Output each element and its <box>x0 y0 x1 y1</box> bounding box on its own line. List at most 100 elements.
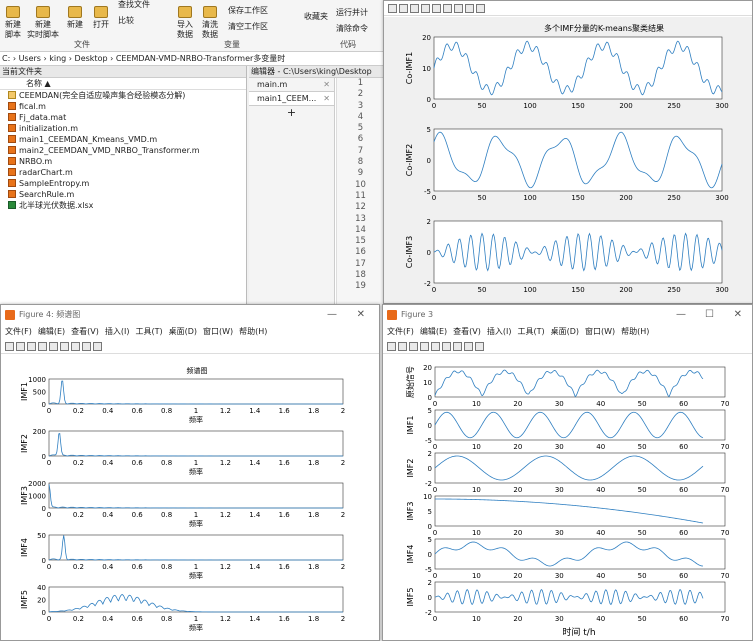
legend-icon[interactable] <box>454 4 463 13</box>
menu-item[interactable]: 窗口(W) <box>203 327 233 336</box>
tick-label: 10 <box>423 493 432 501</box>
menu-item[interactable]: 桌面(D) <box>551 327 579 336</box>
pointer-icon[interactable] <box>82 342 91 351</box>
file-item[interactable]: initialization.m <box>0 123 246 134</box>
menu-item[interactable]: 文件(F) <box>5 327 32 336</box>
save-icon[interactable] <box>409 342 418 351</box>
tab-main1[interactable]: main1_CEEM... ✕ <box>249 92 334 106</box>
tick-label: 40 <box>596 486 605 494</box>
find-files-button[interactable]: 查找文件 <box>118 0 168 10</box>
import-data-button[interactable]: 导入 数据 <box>174 6 196 40</box>
column-name-header[interactable]: 名称 ▲ <box>0 78 246 90</box>
open-button[interactable]: 打开 <box>90 6 112 30</box>
print-icon[interactable] <box>38 342 47 351</box>
property-icon[interactable] <box>93 342 102 351</box>
tick-label: 0 <box>428 394 432 402</box>
print-icon[interactable] <box>421 4 430 13</box>
close-icon[interactable]: ✕ <box>323 78 330 92</box>
address-bar[interactable]: C: › Users › king › Desktop › CEEMDAN-VM… <box>0 52 385 66</box>
file-item[interactable]: SampleEntropy.m <box>0 178 246 189</box>
new-icon[interactable] <box>5 342 14 351</box>
tab-main[interactable]: main.m ✕ <box>249 78 334 92</box>
menu-item[interactable]: 帮助(H) <box>239 327 267 336</box>
tick-label: 200 <box>619 194 632 202</box>
add-tab-button[interactable]: + <box>249 106 334 119</box>
find-files-label: 查找文件 <box>118 0 150 9</box>
file-item[interactable]: fical.m <box>0 101 246 112</box>
tick-label: 150 <box>571 194 584 202</box>
print-icon[interactable] <box>420 342 429 351</box>
figure4-titlebar: Figure 4: 频谱图 — ✕ <box>1 305 379 325</box>
file-item[interactable]: main1_CEEMDAN_Kmeans_VMD.m <box>0 134 246 145</box>
new-button[interactable]: 新建 <box>64 6 86 30</box>
file-item[interactable]: main2_CEEMDAN_VMD_NRBO_Transformer.m <box>0 145 246 156</box>
file-item[interactable]: 北半球光伏数据.xlsx <box>0 200 246 211</box>
maximize-icon[interactable]: ☐ <box>705 305 714 325</box>
minimize-icon[interactable]: — <box>327 305 337 325</box>
figure4-title: Figure 4: 频谱图 <box>19 310 81 319</box>
figure-toolbar <box>384 1 752 16</box>
minimize-icon[interactable]: — <box>676 305 686 325</box>
save-workspace-button[interactable]: 保存工作区 <box>228 6 288 16</box>
figure3-menubar: 文件(F) 编辑(E) 查看(V) 插入(I) 工具(T) 桌面(D) 窗口(W) 帮助(H) <box>383 325 752 339</box>
pointer-icon[interactable] <box>464 342 473 351</box>
new-icon[interactable] <box>388 4 397 13</box>
file-item[interactable]: SearchRule.m <box>0 189 246 200</box>
file-icon <box>8 168 16 176</box>
menu-item[interactable]: 插入(I) <box>105 327 130 336</box>
open-icon[interactable] <box>398 342 407 351</box>
colorbar-icon[interactable] <box>60 342 69 351</box>
property-icon[interactable] <box>476 4 485 13</box>
menu-item[interactable]: 工具(T) <box>135 327 162 336</box>
menu-item[interactable]: 文件(F) <box>387 327 414 336</box>
compare-button[interactable]: 比较 <box>118 16 158 26</box>
file-item[interactable]: radarChart.m <box>0 167 246 178</box>
menu-item[interactable]: 查看(V) <box>71 327 99 336</box>
property-icon[interactable] <box>475 342 484 351</box>
new-live-script-button[interactable]: 新建 实时脚本 <box>27 6 59 40</box>
link-icon[interactable] <box>49 342 58 351</box>
tick-label: 0 <box>47 615 51 623</box>
menu-item[interactable]: 编辑(E) <box>38 327 65 336</box>
pointer-icon[interactable] <box>465 4 474 13</box>
close-icon[interactable]: ✕ <box>734 305 742 325</box>
axis-label: 原始信号 <box>405 366 415 398</box>
open-icon[interactable] <box>16 342 25 351</box>
section-file: 文件 <box>74 40 90 49</box>
link-icon[interactable] <box>432 4 441 13</box>
link-icon[interactable] <box>431 342 440 351</box>
menu-item[interactable]: 查看(V) <box>453 327 481 336</box>
tick-label: 50 <box>478 102 487 110</box>
menu-item[interactable]: 编辑(E) <box>420 327 447 336</box>
clean-data-button[interactable]: 清洗 数据 <box>199 6 221 40</box>
file-item[interactable]: CEEMDAN(完全自适应噪声集合经验模态分解) <box>0 90 246 101</box>
menu-item[interactable]: 帮助(H) <box>621 327 649 336</box>
tick-label: 50 <box>478 194 487 202</box>
new-script-button[interactable]: 新建 脚本 <box>2 6 24 40</box>
clear-command-button[interactable]: 清除命令 <box>336 24 386 34</box>
open-icon[interactable] <box>399 4 408 13</box>
favorites-button[interactable]: 收藏夹 <box>302 12 330 22</box>
legend-icon[interactable] <box>453 342 462 351</box>
menu-item[interactable]: 插入(I) <box>487 327 512 336</box>
file-item[interactable]: Fj_data.mat <box>0 112 246 123</box>
menu-item[interactable]: 窗口(W) <box>585 327 615 336</box>
close-icon[interactable]: ✕ <box>357 305 365 325</box>
tick-label: 5 <box>428 536 432 544</box>
run-section-button[interactable]: 运行并计 <box>336 8 386 18</box>
menu-item[interactable]: 工具(T) <box>517 327 544 336</box>
tick-label: 0 <box>433 615 437 623</box>
tick-label: 20 <box>513 400 522 408</box>
colorbar-icon[interactable] <box>443 4 452 13</box>
legend-icon[interactable] <box>71 342 80 351</box>
save-icon[interactable] <box>410 4 419 13</box>
menu-item[interactable]: 桌面(D) <box>169 327 197 336</box>
colorbar-icon[interactable] <box>442 342 451 351</box>
clear-workspace-button[interactable]: 清空工作区 <box>228 22 292 32</box>
save-icon[interactable] <box>27 342 36 351</box>
tick-label: 0.8 <box>161 511 172 519</box>
tick-label: 0 <box>427 157 431 165</box>
close-icon[interactable]: ✕ <box>323 92 330 106</box>
file-item[interactable]: NRBO.m <box>0 156 246 167</box>
new-icon[interactable] <box>387 342 396 351</box>
